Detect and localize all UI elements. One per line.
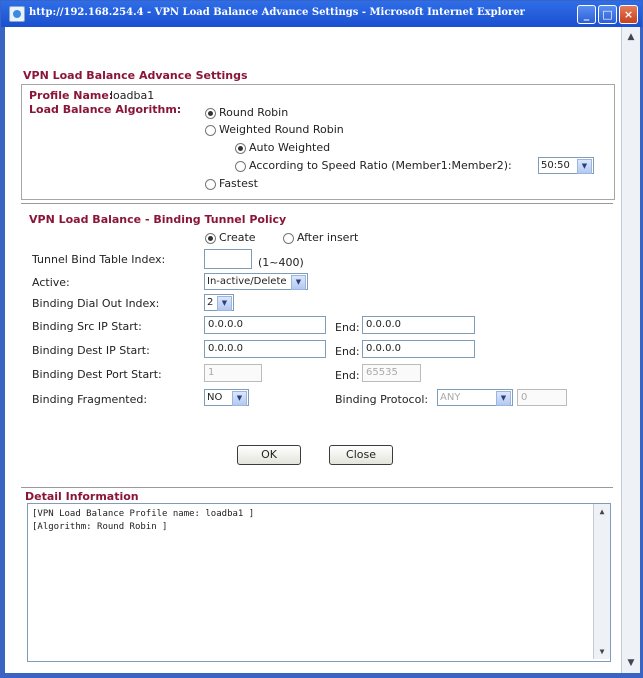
tunnel-index-hint: (1~400) [258, 256, 304, 269]
fragmented-label: Binding Fragmented: [32, 393, 148, 406]
protocol-value: ANY [440, 392, 461, 403]
tunnel-index-input[interactable] [204, 249, 252, 269]
fastest-label: Fastest [219, 177, 258, 190]
dialout-label: Binding Dial Out Index: [32, 297, 160, 310]
profile-name-value: loadba1 [110, 89, 155, 102]
create-label: Create [219, 231, 256, 244]
auto-weighted-label: Auto Weighted [249, 141, 331, 154]
chevron-down-icon: ▼ [577, 159, 592, 174]
close-window-button[interactable]: × [619, 5, 638, 24]
fragmented-select[interactable]: NO ▼ [204, 389, 249, 406]
minimize-button[interactable]: _ [577, 5, 596, 24]
page-scrollbar[interactable]: ▲ ▼ [621, 27, 640, 673]
fragmented-value: NO [207, 392, 223, 403]
close-button[interactable]: Close [329, 445, 393, 465]
browser-window: http://192.168.254.4 - VPN Load Balance … [0, 0, 643, 678]
scroll-up-icon[interactable]: ▲ [594, 504, 610, 519]
section-divider [21, 203, 613, 204]
round-robin-label: Round Robin [219, 106, 289, 119]
radio-create[interactable] [205, 233, 216, 244]
src-ip-start-input[interactable]: 0.0.0.0 [204, 316, 326, 334]
dest-ip-end-label: End: [335, 345, 360, 358]
dest-ip-end-input[interactable]: 0.0.0.0 [362, 340, 475, 358]
window-title: http://192.168.254.4 - VPN Load Balance … [29, 7, 525, 18]
src-ip-end-input[interactable]: 0.0.0.0 [362, 316, 475, 334]
scroll-down-icon[interactable]: ▼ [594, 644, 610, 659]
algorithm-label: Load Balance Algorithm: [29, 103, 182, 116]
detail-textarea[interactable]: [VPN Load Balance Profile name: loadba1 … [27, 503, 611, 662]
radio-after-insert[interactable] [283, 233, 294, 244]
dest-port-end-input[interactable]: 65535 [362, 364, 421, 382]
radio-auto-weighted[interactable] [235, 143, 246, 154]
protocol-label: Binding Protocol: [335, 393, 429, 406]
speed-ratio-value: 50:50 [541, 160, 570, 171]
radio-fastest[interactable] [205, 179, 216, 190]
radio-weighted-round-robin[interactable] [205, 125, 216, 136]
dest-ip-start-input[interactable]: 0.0.0.0 [204, 340, 326, 358]
dialout-select[interactable]: 2 ▼ [204, 294, 234, 311]
radio-round-robin[interactable] [205, 108, 216, 119]
speed-ratio-label: According to Speed Ratio (Member1:Member… [249, 159, 512, 172]
advance-settings-title: VPN Load Balance Advance Settings [23, 69, 248, 82]
src-ip-end-label: End: [335, 321, 360, 334]
radio-speed-ratio[interactable] [235, 161, 246, 172]
ie-icon [9, 6, 25, 22]
detail-divider [21, 487, 613, 488]
tunnel-index-label: Tunnel Bind Table Index: [32, 253, 166, 266]
speed-ratio-select[interactable]: 50:50 ▼ [538, 157, 594, 174]
protocol-select[interactable]: ANY ▼ [437, 389, 513, 406]
chevron-down-icon: ▼ [496, 391, 511, 406]
scroll-down-icon[interactable]: ▼ [623, 655, 639, 671]
dest-port-end-label: End: [335, 369, 360, 382]
detail-title: Detail Information [25, 490, 139, 503]
detail-scrollbar[interactable]: ▲ ▼ [593, 504, 610, 659]
scroll-up-icon[interactable]: ▲ [623, 29, 639, 45]
title-bar[interactable]: http://192.168.254.4 - VPN Load Balance … [1, 1, 642, 27]
active-select[interactable]: In-active/Delete ▼ [204, 273, 308, 290]
src-ip-label: Binding Src IP Start: [32, 320, 142, 333]
after-insert-label: After insert [297, 231, 359, 244]
dest-port-label: Binding Dest Port Start: [32, 368, 162, 381]
active-value: In-active/Delete [207, 276, 287, 287]
chevron-down-icon: ▼ [291, 275, 306, 290]
chevron-down-icon: ▼ [232, 391, 247, 406]
binding-policy-title: VPN Load Balance - Binding Tunnel Policy [29, 213, 287, 226]
chevron-down-icon: ▼ [217, 296, 232, 311]
dest-ip-label: Binding Dest IP Start: [32, 344, 150, 357]
protocol-number-input[interactable]: 0 [517, 389, 567, 406]
detail-line: [VPN Load Balance Profile name: loadba1 … [32, 509, 255, 519]
detail-line: [Algorithm: Round Robin ] [32, 522, 168, 532]
dialout-value: 2 [207, 297, 214, 308]
maximize-button[interactable]: □ [598, 5, 617, 24]
ok-button[interactable]: OK [237, 445, 301, 465]
active-label: Active: [32, 276, 70, 289]
dest-port-start-input[interactable]: 1 [204, 364, 262, 382]
profile-name-label: Profile Name: [29, 89, 114, 102]
weighted-round-robin-label: Weighted Round Robin [219, 123, 344, 136]
